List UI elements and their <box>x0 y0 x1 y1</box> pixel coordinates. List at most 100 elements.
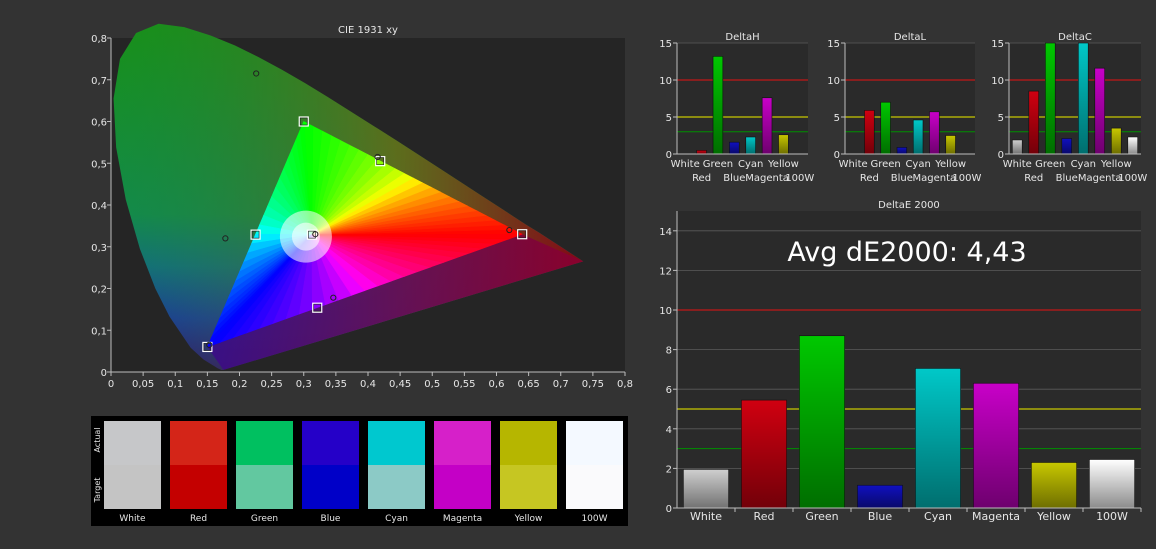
delta-small-charts: DeltaH051015WhiteRedGreenBlueCyanMagenta… <box>659 32 1147 184</box>
swatch-actual <box>566 421 623 465</box>
cie-x-tick-label: 0,55 <box>453 379 475 390</box>
category-label: White <box>690 510 722 523</box>
swatch-target <box>566 465 623 509</box>
bar-shade <box>741 400 787 508</box>
bar-shade <box>1031 462 1077 508</box>
cie-x-tick-label: 0,2 <box>232 379 248 390</box>
bar-shade <box>778 134 789 154</box>
average-annotation: Avg dE2000: 4,43 <box>787 237 1026 268</box>
category-label: Magenta <box>745 173 789 184</box>
chart-canvas: CIE 1931 xy0 0,05 0,1 0,15 0,2 0,25 0,3 0,35 0,4… <box>91 23 1147 526</box>
bar-shade <box>745 136 756 154</box>
cie-x-tick-label: 0,45 <box>389 379 411 390</box>
bar-shade <box>1028 91 1039 154</box>
cie-diagram: CIE 1931 xy 0 0,05 0,1 0,15 0,2 0,25 0,3 0,35 0,4… <box>91 23 633 390</box>
cie-x-tick-label: 0,75 <box>582 379 604 390</box>
category-label: Blue <box>1056 173 1078 184</box>
bar-shade <box>729 142 740 154</box>
swatch-actual <box>434 421 491 465</box>
swatch-label: Green <box>251 514 278 524</box>
swatch-target <box>104 465 161 509</box>
swatch-label: 100W <box>581 514 607 524</box>
category-label: Cyan <box>1071 159 1096 170</box>
category-label: Green <box>703 159 733 170</box>
swatch-target <box>170 465 227 509</box>
category-label: Red <box>692 173 711 184</box>
y-tick-label: 6 <box>666 385 672 396</box>
category-label: Yellow <box>1100 159 1132 170</box>
swatch-target <box>500 465 557 509</box>
cie-x-tick-label: 0,5 <box>424 379 440 390</box>
bar-shade <box>1045 43 1056 154</box>
cie-x-tick-label: 0,7 <box>553 379 569 390</box>
bar-shade <box>973 383 1019 508</box>
bar-shade <box>857 485 903 508</box>
swatch-label: Yellow <box>514 514 543 524</box>
target-side-label: Target <box>93 478 102 504</box>
category-label: 100W <box>1118 173 1147 184</box>
swatch-actual <box>236 421 293 465</box>
y-tick-label: 10 <box>991 76 1004 87</box>
category-label: 100W <box>1096 510 1128 523</box>
cie-x-tick-label: 0,65 <box>517 379 539 390</box>
deltae-2000-chart: DeltaE 2000 0 2 4 6 8 10 12 14 White Red Green Blue C… <box>659 200 1142 523</box>
bar-shade <box>897 147 907 154</box>
y-tick-label: 12 <box>659 266 672 277</box>
category-label: White <box>671 159 700 170</box>
swatch-label: White <box>119 514 146 524</box>
y-tick-label: 5 <box>834 113 840 124</box>
swatch-label: Red <box>190 514 207 524</box>
cie-x-tick-label: 0 <box>108 379 114 390</box>
y-tick-label: 10 <box>659 306 672 317</box>
bar-shade <box>913 119 923 154</box>
cie-y-tick-label: 0,1 <box>91 326 107 337</box>
swatch-target <box>434 465 491 509</box>
category-label: Yellow <box>934 159 966 170</box>
swatch-actual <box>302 421 359 465</box>
category-label: Cyan <box>738 159 763 170</box>
cie-y-tick-label: 0,3 <box>91 243 107 254</box>
y-tick-label: 0 <box>666 504 672 515</box>
cie-y-tick-label: 0,2 <box>91 285 107 296</box>
cie-y-tick-label: 0 <box>101 368 107 379</box>
category-label: Magenta <box>1078 173 1122 184</box>
category-label: Blue <box>723 173 745 184</box>
category-label: Cyan <box>924 510 952 523</box>
bar-shade <box>945 135 956 154</box>
y-tick-label: 15 <box>827 39 840 50</box>
bar-shade <box>1078 43 1089 154</box>
swatch-panel: Actual Target White Red Green Blue Cyan Magenta… <box>91 416 628 526</box>
y-tick-label: 4 <box>666 425 672 436</box>
chart-title: DeltaH <box>725 32 759 43</box>
category-label: Green <box>805 510 838 523</box>
y-tick-label: 8 <box>666 346 672 357</box>
category-label: Green <box>870 159 900 170</box>
category-label: 100W <box>785 173 814 184</box>
cie-title: CIE 1931 xy <box>338 25 398 36</box>
bar-shade <box>915 368 961 508</box>
bar-shade <box>696 150 707 154</box>
bar-shade <box>880 102 891 154</box>
bar-shade <box>1111 128 1122 154</box>
cie-x-tick-label: 0,1 <box>167 379 183 390</box>
category-label: Red <box>754 510 775 523</box>
swatch-actual <box>104 421 161 465</box>
category-label: Cyan <box>905 159 930 170</box>
category-label: Green <box>1035 159 1065 170</box>
category-label: White <box>839 159 868 170</box>
cie-y-tick-label: 0,8 <box>91 34 107 45</box>
bar-shade <box>1127 136 1138 154</box>
category-label: Blue <box>868 510 893 523</box>
chart-title: DeltaL <box>894 32 927 43</box>
category-label: Red <box>860 173 879 184</box>
bar-shade <box>929 111 940 154</box>
cie-x-tick-label: 0,3 <box>296 379 312 390</box>
swatch-target <box>368 465 425 509</box>
category-label: Red <box>1024 173 1043 184</box>
y-tick-label: 2 <box>666 464 672 475</box>
swatch-label: Cyan <box>385 514 408 524</box>
cie-x-tick-label: 0,05 <box>132 379 154 390</box>
bar-shade <box>683 469 729 508</box>
swatch-actual <box>170 421 227 465</box>
category-label: Yellow <box>1036 510 1071 523</box>
